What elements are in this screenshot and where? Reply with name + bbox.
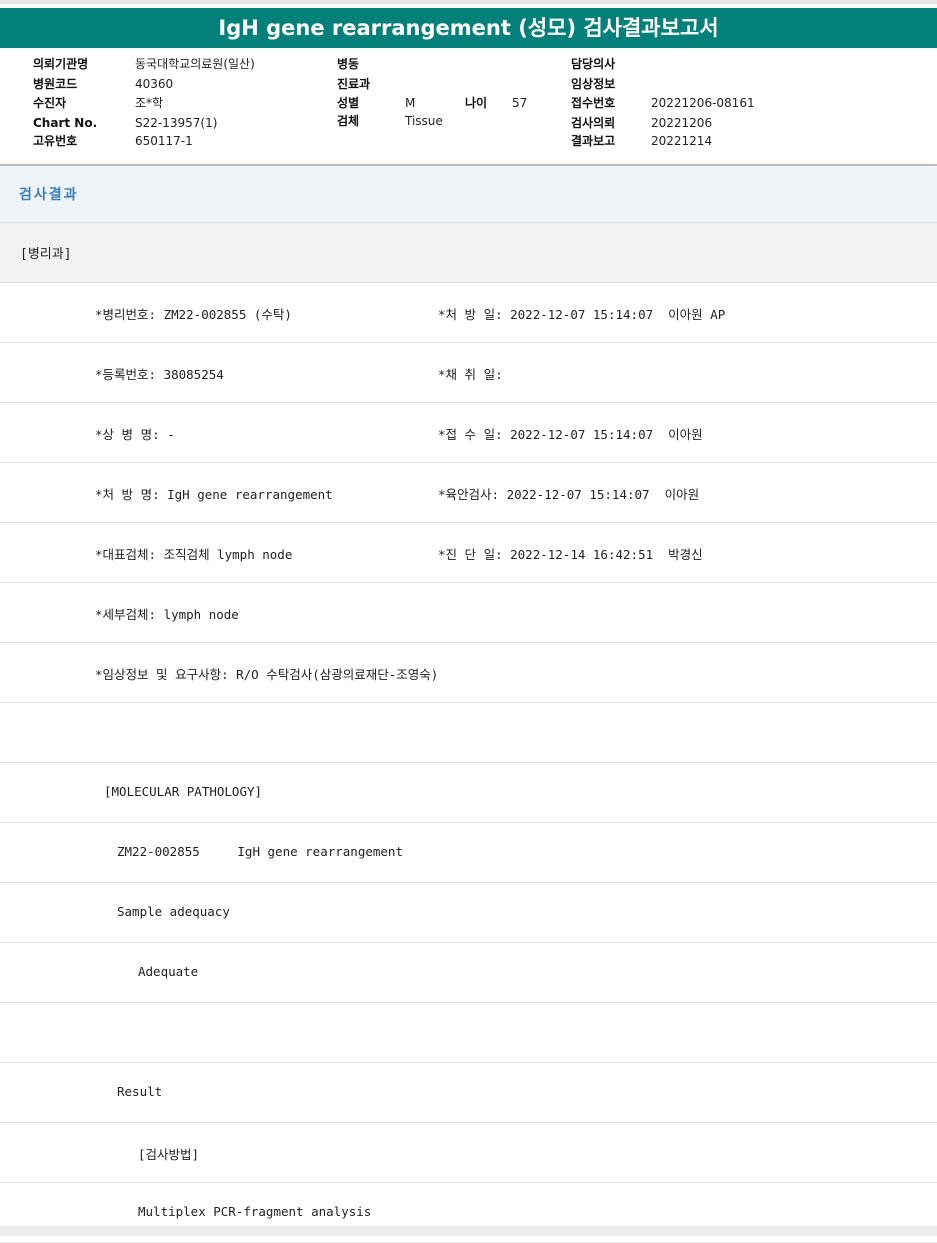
unique-no-value: 650117-1 <box>135 134 193 148</box>
result-row: Adequate <box>0 943 937 1003</box>
result-row: *임상정보 및 요구사항: R/O 수탁검사(삼광의료재단-조영숙) <box>0 643 937 703</box>
order-name: *처 방 명: IgH gene rearrangement <box>95 487 333 502</box>
test-identifier: ZM22-002855 IgH gene rearrangement <box>117 844 403 859</box>
collection-date: *채 취 일: <box>438 367 503 382</box>
age-label: 나이 <box>465 96 488 110</box>
patient-label: 수진자 <box>33 96 67 110</box>
report-date-label: 결과보고 <box>571 134 616 148</box>
result-row: Sample adequacy <box>0 883 937 943</box>
department-name: [병리과] <box>20 247 72 262</box>
hospital-code-label: 병원코드 <box>33 77 78 91</box>
age-value: 57 <box>512 96 528 110</box>
sample-adequacy-value: Adequate <box>138 964 199 979</box>
sample-adequacy-heading: Sample adequacy <box>117 904 230 919</box>
method-heading: [검사방법] <box>138 1147 200 1162</box>
top-border <box>0 0 937 4</box>
chart-no-value: S22-13957(1) <box>135 116 218 130</box>
method-value: Multiplex PCR-fragment analysis <box>138 1204 372 1219</box>
doctor-label: 담당의사 <box>571 57 616 71</box>
institution-value: 동국대학교의료원(일산) <box>135 57 255 71</box>
clinical-request: *임상정보 및 요구사항: R/O 수탁검사(삼광의료재단-조영숙) <box>95 667 439 682</box>
patient-value: 조*학 <box>135 96 164 110</box>
result-row: *등록번호: 38085254 *채 취 일: <box>0 343 937 403</box>
receipt-no-value: 20221206-08161 <box>651 96 755 110</box>
result-row: [MOLECULAR PATHOLOGY] <box>0 763 937 823</box>
gross-exam-date: *육안검사: 2022-12-07 15:14:07 이아원 <box>438 487 700 502</box>
diagnosis-name: *상 병 명: - <box>95 427 175 442</box>
registration-no: *등록번호: 38085254 <box>95 367 224 382</box>
result-row: *대표검체: 조직검체 lymph node *진 단 일: 2022-12-1… <box>0 523 937 583</box>
empty-row <box>0 1003 937 1063</box>
result-heading: Result <box>117 1084 163 1099</box>
patient-info-panel: 의뢰기관명 동국대학교의료원(일산) 병원코드 40360 수진자 조*학 Ch… <box>0 48 937 164</box>
hospital-code-value: 40360 <box>135 77 174 91</box>
department-label: 진료과 <box>337 77 371 91</box>
institution-label: 의뢰기관명 <box>33 57 89 71</box>
result-row: *세부검체: lymph node <box>0 583 937 643</box>
sub-specimen: *세부검체: lymph node <box>95 607 239 622</box>
ward-label: 병동 <box>337 57 360 71</box>
result-row: Result <box>0 1063 937 1123</box>
specimen-value: Tissue <box>405 114 443 128</box>
bottom-strip <box>0 1226 937 1236</box>
request-date-value: 20221206 <box>651 116 713 130</box>
request-date-label: 검사의뢰 <box>571 116 616 130</box>
receipt-no-label: 접수번호 <box>571 96 616 110</box>
prescription-date: *처 방 일: 2022-12-07 15:14:07 이아원 AP <box>438 307 726 322</box>
diagnosis-date: *진 단 일: 2022-12-14 16:42:51 박경신 <box>438 547 703 562</box>
result-row: *상 병 명: - *접 수 일: 2022-12-07 15:14:07 이아… <box>0 403 937 463</box>
empty-row <box>0 703 937 763</box>
department-row: [병리과] <box>0 223 937 283</box>
result-row: *병리번호: ZM22-002855 (수탁) *처 방 일: 2022-12-… <box>0 283 937 343</box>
results-section-title: 검사결과 <box>19 187 79 203</box>
main-specimen: *대표검체: 조직검체 lymph node <box>95 547 293 562</box>
unique-no-label: 고유번호 <box>33 134 78 148</box>
results-section-header: 검사결과 <box>0 166 937 223</box>
receipt-date: *접 수 일: 2022-12-07 15:14:07 이아원 <box>438 427 703 442</box>
clinical-info-label: 임상정보 <box>571 77 616 91</box>
molecular-pathology-heading: [MOLECULAR PATHOLOGY] <box>104 784 263 799</box>
result-row: *처 방 명: IgH gene rearrangement *육안검사: 20… <box>0 463 937 523</box>
chart-no-label: Chart No. <box>33 116 98 130</box>
report-date-value: 20221214 <box>651 134 713 148</box>
sex-value: M <box>405 96 416 110</box>
result-rows: *병리번호: ZM22-002855 (수탁) *처 방 일: 2022-12-… <box>0 283 937 1243</box>
result-row: ZM22-002855 IgH gene rearrangement <box>0 823 937 883</box>
report-title: IgH gene rearrangement (성모) 검사결과보고서 <box>0 8 937 48</box>
specimen-label: 검체 <box>337 114 360 128</box>
pathology-no: *병리번호: ZM22-002855 (수탁) <box>95 307 292 322</box>
result-row: [검사방법] <box>0 1123 937 1183</box>
sex-label: 성별 <box>337 96 360 110</box>
